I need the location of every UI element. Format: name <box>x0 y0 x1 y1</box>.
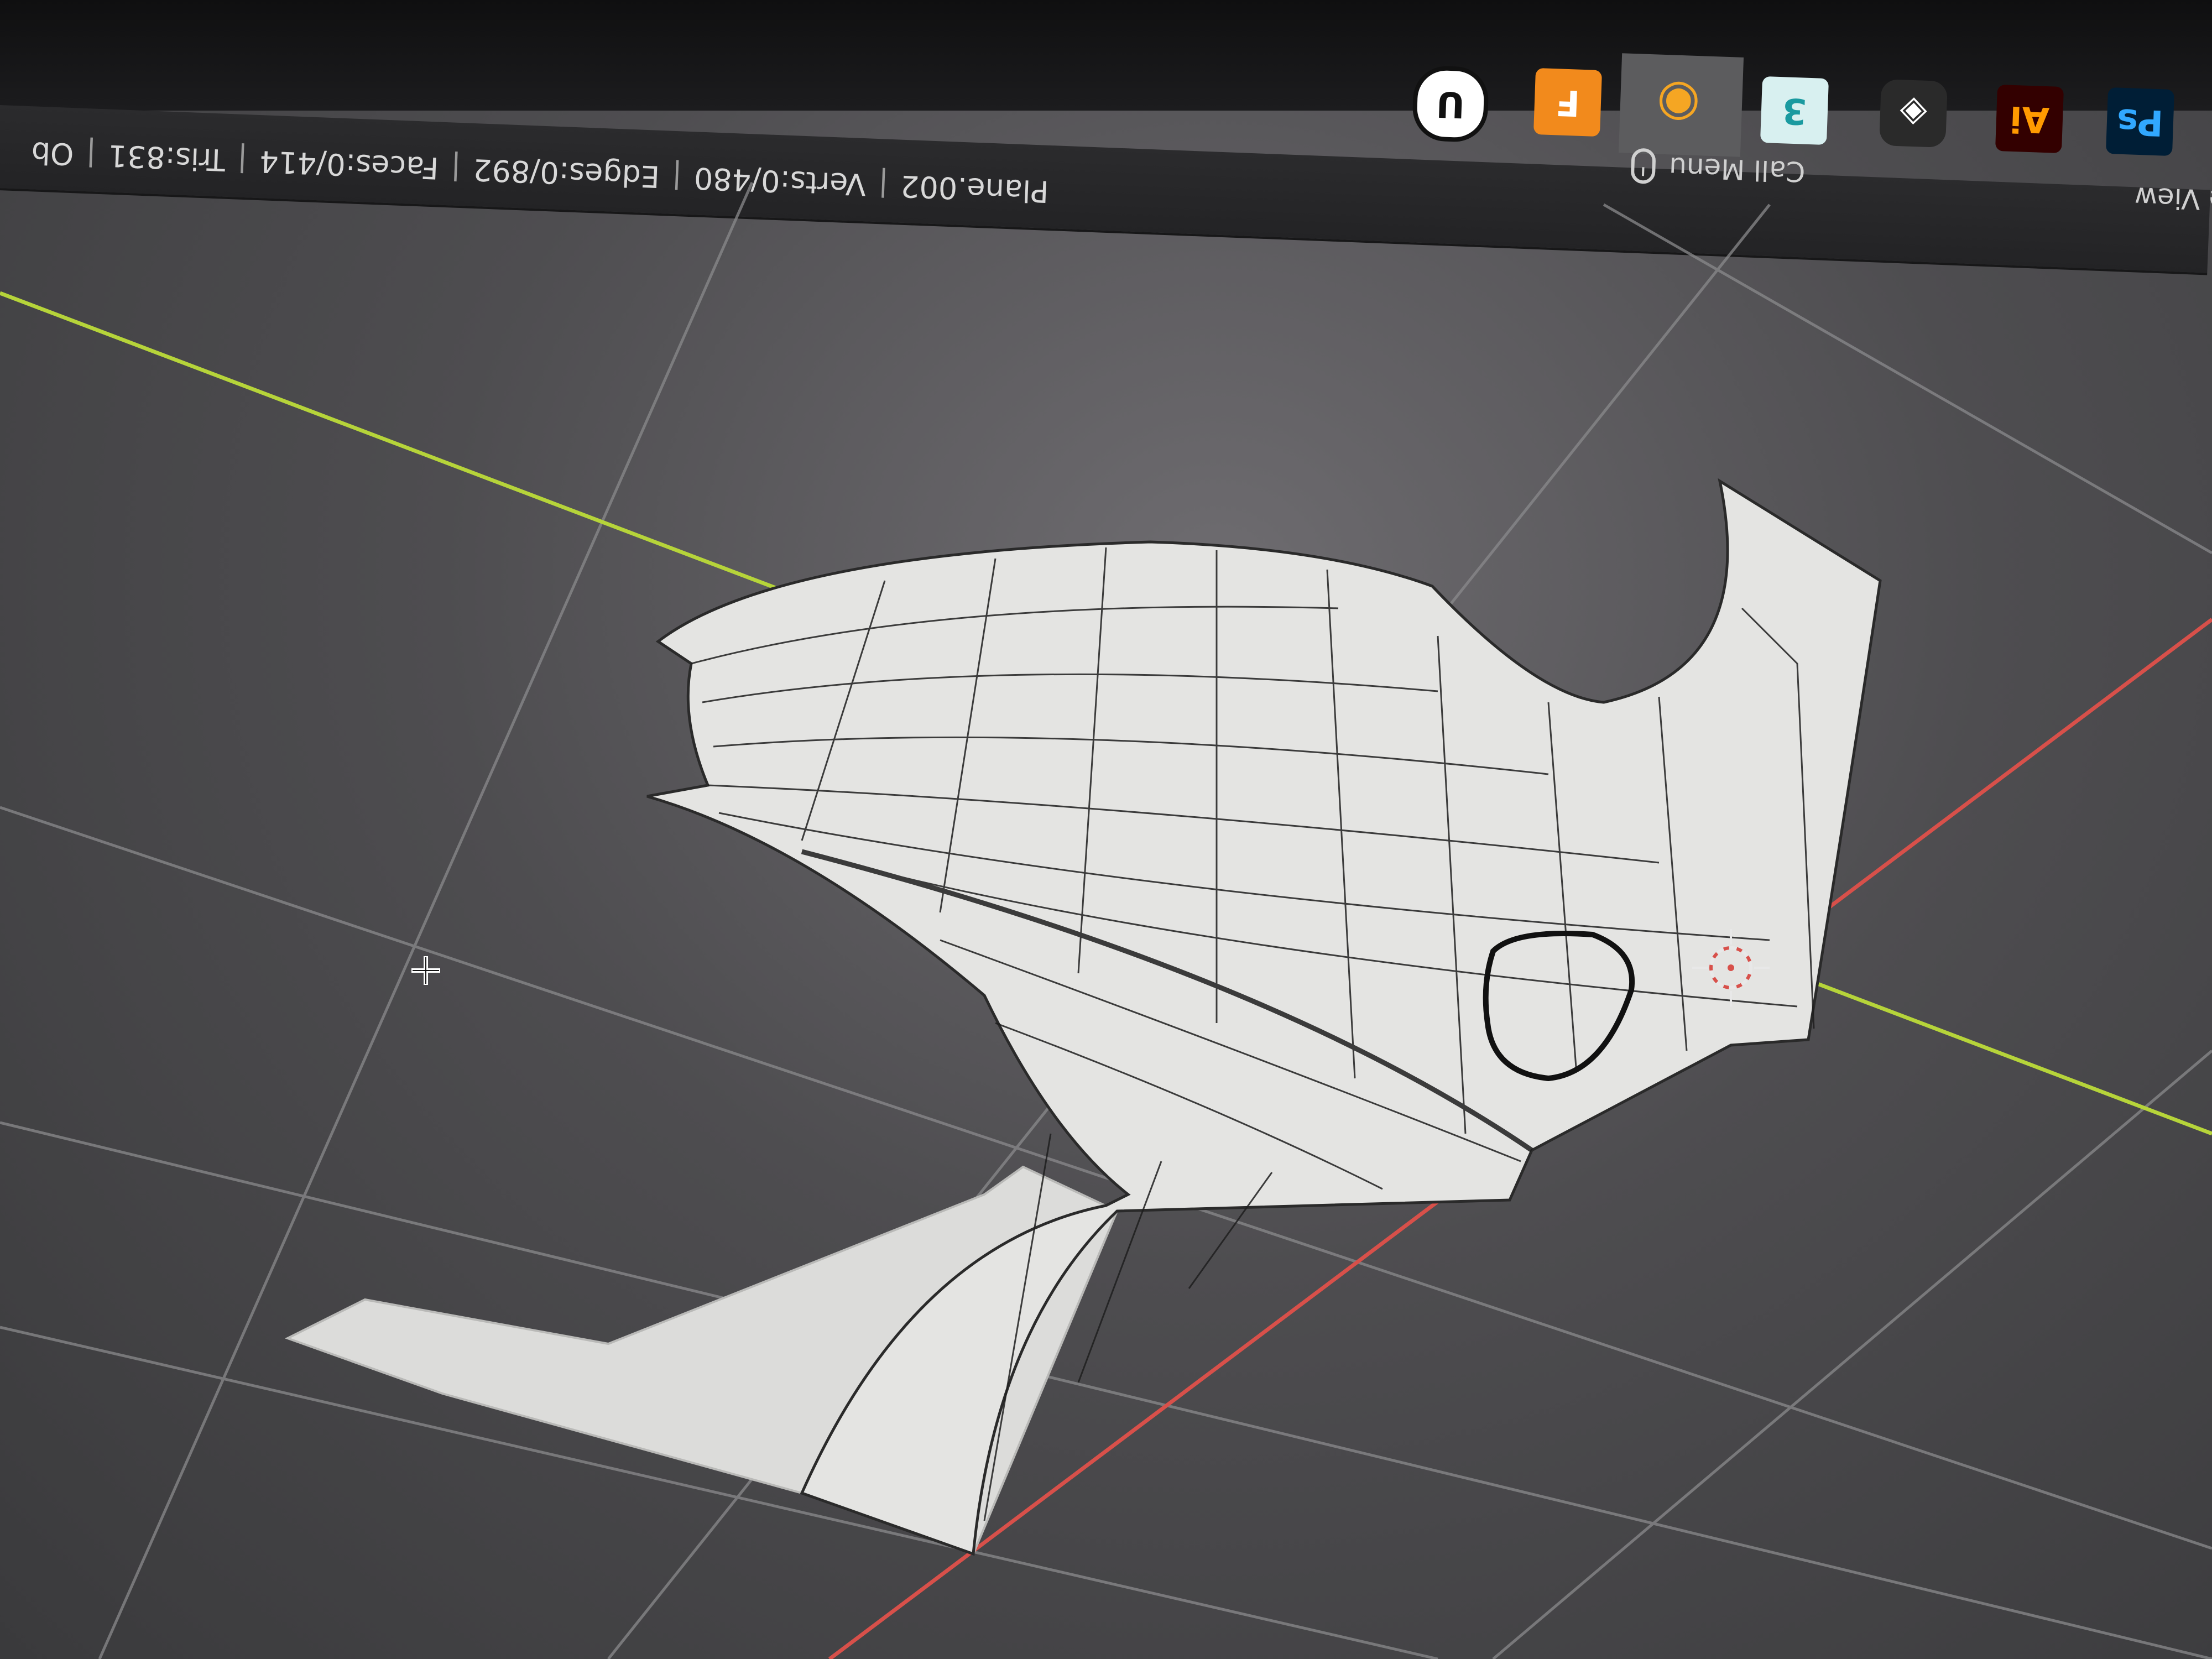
mouse-cursor-icon <box>411 956 440 985</box>
grid-line <box>1603 203 2212 555</box>
grid-line <box>0 1121 2212 1659</box>
mesh-object[interactable] <box>284 478 1882 1556</box>
grid-line <box>1492 1050 2212 1659</box>
3d-viewport[interactable] <box>0 0 2212 1659</box>
blender-screen: U F ◉ 3 ◈ Ai Ps Plane.002 | Verts:0/480 … <box>0 0 2212 1659</box>
